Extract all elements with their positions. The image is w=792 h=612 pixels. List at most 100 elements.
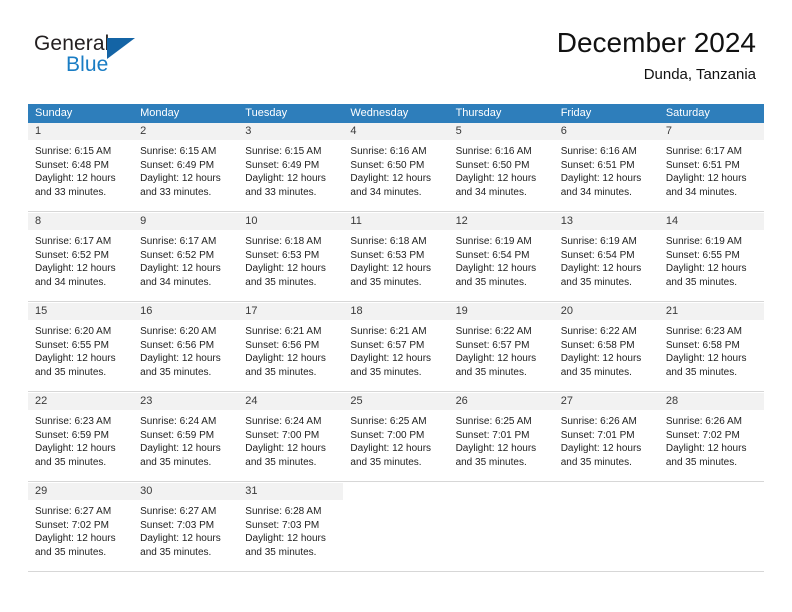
day-cell[interactable]: 20 Sunrise: 6:22 AM Sunset: 6:58 PM Dayligh… [553,303,659,391]
day-cell[interactable]: 18 Sunrise: 6:21 AM Sunset: 6:57 PM Dayligh… [343,303,449,391]
sunset-text: Sunset: 6:57 PM [350,339,425,351]
day-info: Sunrise: 6:18 AM Sunset: 6:53 PM Daylight:… [238,230,343,289]
day-cell[interactable]: 4 Sunrise: 6:16 AM Sunset: 6:50 PM Daylight… [343,123,449,211]
calendar-week-row: 15 Sunrise: 6:20 AM Sunset: 6:55 PM Dayligh… [28,302,764,392]
day-cell[interactable]: 14 Sunrise: 6:19 AM Sunset: 6:55 PM Dayligh… [658,213,764,301]
day-cell[interactable]: 22 Sunrise: 6:23 AM Sunset: 6:59 PM Dayligh… [28,393,134,481]
daylight-text-line2: and 35 minutes. [245,456,317,468]
day-number-bar: 11 [343,213,449,230]
day-cell[interactable]: 6 Sunrise: 6:16 AM Sunset: 6:51 PM Daylight… [553,123,659,211]
day-cell[interactable]: 10 Sunrise: 6:18 AM Sunset: 6:53 PM Dayligh… [238,213,344,301]
day-cell[interactable]: 21 Sunrise: 6:23 AM Sunset: 6:58 PM Dayligh… [658,303,764,391]
day-cell-empty [553,483,659,571]
daylight-text-line2: and 35 minutes. [665,276,738,288]
sunset-text: Sunset: 7:00 PM [350,429,425,441]
sunrise-text: Sunrise: 6:22 AM [455,326,532,337]
day-cell[interactable]: 31 Sunrise: 6:28 AM Sunset: 7:03 PM Dayligh… [238,483,344,571]
sunrise-text: Sunrise: 6:24 AM [245,416,322,427]
daylight-text-line2: and 34 minutes. [560,186,632,198]
day-number: 4 [350,125,357,137]
day-info: Sunrise: 6:17 AM Sunset: 6:52 PM Daylight:… [28,230,133,289]
sunset-text: Sunset: 6:51 PM [560,159,635,171]
sunset-text: Sunset: 6:59 PM [140,429,215,441]
sunset-text: Sunset: 6:55 PM [665,249,740,261]
sunset-text: Sunset: 6:59 PM [35,429,109,441]
general-blue-logo[interactable]: General Blue [34,32,234,88]
daylight-text-line1: Daylight: 12 hours [35,173,116,185]
day-cell[interactable]: 2 Sunrise: 6:15 AM Sunset: 6:49 PM Daylight… [133,123,239,211]
day-number: 21 [665,305,679,317]
day-number-bar: 13 [553,213,659,230]
daylight-text-line1: Daylight: 12 hours [665,353,747,365]
day-number: 30 [140,485,153,497]
weekday-header-monday: Monday [140,107,180,119]
sunrise-text: Sunrise: 6:24 AM [140,416,217,427]
logo-triangle-icon [107,38,135,59]
day-cell[interactable]: 19 Sunrise: 6:22 AM Sunset: 6:57 PM Dayligh… [448,303,554,391]
day-cell[interactable]: 7 Sunrise: 6:17 AM Sunset: 6:51 PM Daylight… [658,123,764,211]
sunset-text: Sunset: 6:48 PM [35,159,109,171]
day-cell[interactable]: 27 Sunrise: 6:26 AM Sunset: 7:01 PM Dayligh… [553,393,659,481]
daylight-text-line1: Daylight: 12 hours [350,173,432,185]
sunrise-text: Sunrise: 6:19 AM [455,236,532,247]
day-cell[interactable]: 9 Sunrise: 6:17 AM Sunset: 6:52 PM Daylight… [133,213,239,301]
sunset-text: Sunset: 6:52 PM [35,249,109,261]
day-cell[interactable]: 1 Sunrise: 6:15 AM Sunset: 6:48 PM Daylight… [28,123,134,211]
day-cell[interactable]: 16 Sunrise: 6:20 AM Sunset: 6:56 PM Dayligh… [133,303,239,391]
day-info: Sunrise: 6:20 AM Sunset: 6:55 PM Daylight:… [28,320,133,379]
day-number: 1 [35,125,42,137]
day-number: 18 [350,305,363,317]
daylight-text-line2: and 33 minutes. [245,186,317,198]
day-cell[interactable]: 15 Sunrise: 6:20 AM Sunset: 6:55 PM Dayligh… [28,303,134,391]
day-cell[interactable]: 25 Sunrise: 6:25 AM Sunset: 7:00 PM Dayligh… [343,393,449,481]
sunrise-text: Sunrise: 6:19 AM [665,236,742,247]
sunset-text: Sunset: 6:52 PM [140,249,215,261]
daylight-text-line2: and 34 minutes. [455,186,527,198]
day-info: Sunrise: 6:24 AM Sunset: 6:59 PM Daylight:… [133,410,238,469]
day-cell[interactable]: 30 Sunrise: 6:27 AM Sunset: 7:03 PM Dayligh… [133,483,239,571]
calendar-week-row: 1 Sunrise: 6:15 AM Sunset: 6:48 PM Daylight… [28,123,764,212]
daylight-text-line1: Daylight: 12 hours [560,353,642,365]
day-number: 31 [245,485,258,497]
daylight-text-line2: and 35 minutes. [140,456,212,468]
day-cell[interactable]: 12 Sunrise: 6:19 AM Sunset: 6:54 PM Dayligh… [448,213,554,301]
sunrise-text: Sunrise: 6:15 AM [140,146,217,157]
day-info: Sunrise: 6:26 AM Sunset: 7:02 PM Daylight:… [659,410,764,469]
day-info: Sunrise: 6:16 AM Sunset: 6:51 PM Daylight:… [554,140,659,199]
day-cell[interactable]: 3 Sunrise: 6:15 AM Sunset: 6:49 PM Daylight… [238,123,344,211]
daylight-text-line1: Daylight: 12 hours [245,263,326,275]
daylight-text-line2: and 35 minutes. [140,366,212,378]
daylight-text-line2: and 35 minutes. [35,456,107,468]
day-cell[interactable]: 17 Sunrise: 6:21 AM Sunset: 6:56 PM Dayligh… [238,303,344,391]
day-cell[interactable]: 29 Sunrise: 6:27 AM Sunset: 7:02 PM Dayligh… [28,483,134,571]
day-cell[interactable]: 24 Sunrise: 6:24 AM Sunset: 7:00 PM Dayligh… [238,393,344,481]
day-number-bar: 16 [133,303,239,320]
day-number-bar: 25 [343,393,449,410]
daylight-text-line2: and 35 minutes. [35,366,107,378]
daylight-text-line2: and 35 minutes. [560,366,632,378]
day-number: 10 [245,215,258,227]
sunrise-text: Sunrise: 6:17 AM [665,146,742,157]
day-info: Sunrise: 6:27 AM Sunset: 7:03 PM Daylight:… [133,500,238,559]
daylight-text-line1: Daylight: 12 hours [665,173,747,185]
calendar-week-row: 22 Sunrise: 6:23 AM Sunset: 6:59 PM Dayligh… [28,392,764,482]
day-cell[interactable]: 13 Sunrise: 6:19 AM Sunset: 6:54 PM Dayligh… [553,213,659,301]
day-number-bar: 17 [238,303,344,320]
day-info: Sunrise: 6:15 AM Sunset: 6:48 PM Daylight:… [28,140,133,199]
day-info: Sunrise: 6:20 AM Sunset: 6:56 PM Daylight:… [133,320,238,379]
daylight-text-line1: Daylight: 12 hours [455,443,537,455]
day-number-bar: 1 [28,123,134,140]
day-cell[interactable]: 11 Sunrise: 6:18 AM Sunset: 6:53 PM Dayligh… [343,213,449,301]
day-cell[interactable]: 28 Sunrise: 6:26 AM Sunset: 7:02 PM Dayligh… [658,393,764,481]
day-cell[interactable]: 23 Sunrise: 6:24 AM Sunset: 6:59 PM Dayligh… [133,393,239,481]
daylight-text-line1: Daylight: 12 hours [560,263,642,275]
daylight-text-line1: Daylight: 12 hours [245,443,326,455]
day-cell[interactable]: 26 Sunrise: 6:25 AM Sunset: 7:01 PM Dayligh… [448,393,554,481]
sunset-text: Sunset: 6:53 PM [350,249,425,261]
day-number: 3 [245,125,252,137]
day-number-bar: 28 [658,393,764,410]
day-number-bar [554,483,659,500]
sunset-text: Sunset: 6:50 PM [350,159,425,171]
day-cell[interactable]: 8 Sunrise: 6:17 AM Sunset: 6:52 PM Daylight… [28,213,134,301]
day-cell[interactable]: 5 Sunrise: 6:16 AM Sunset: 6:50 PM Daylight… [448,123,554,211]
